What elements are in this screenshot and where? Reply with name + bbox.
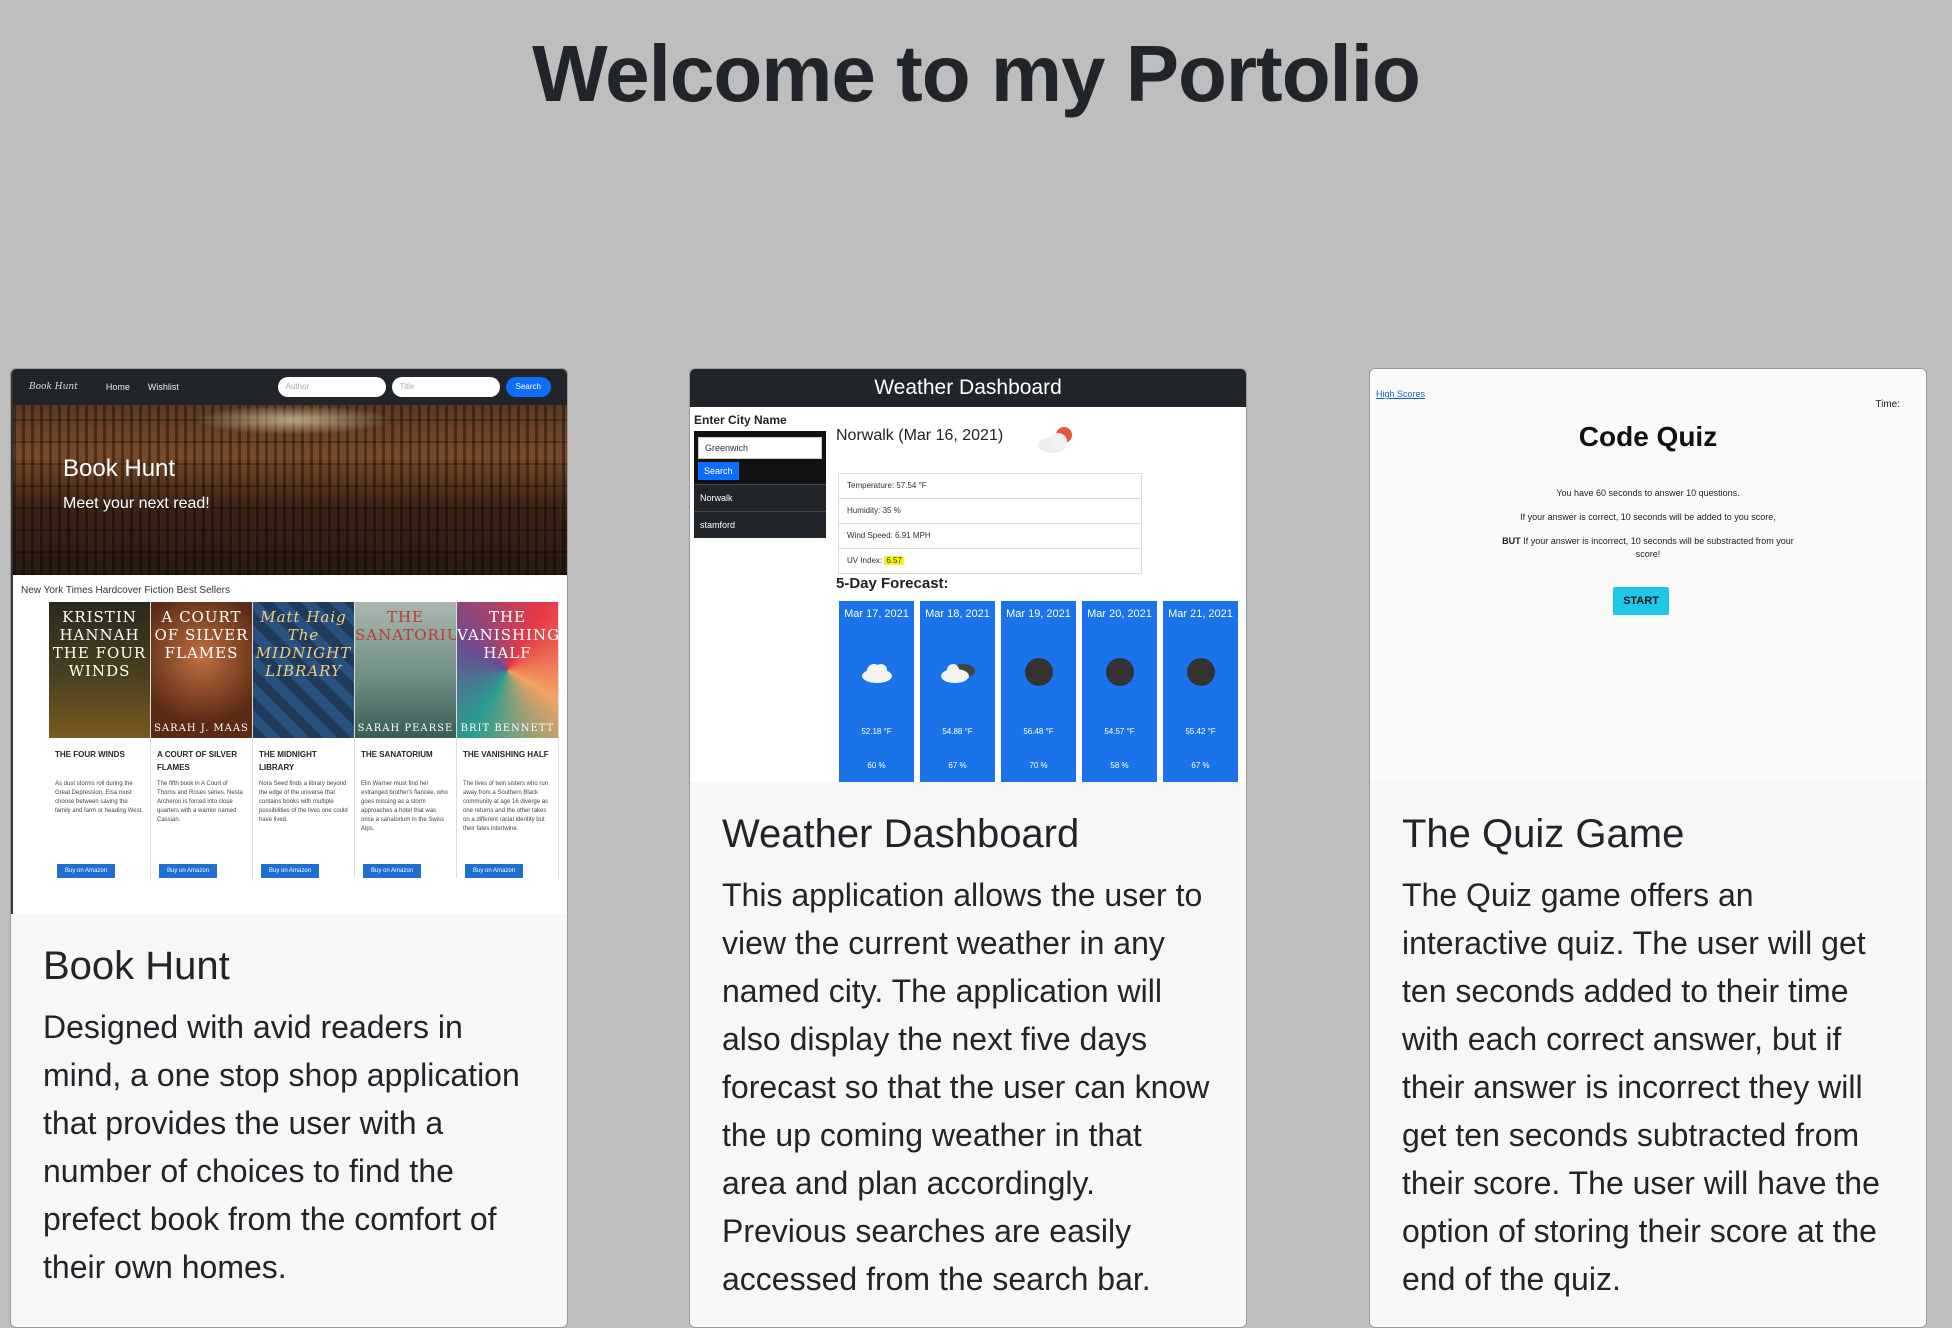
forecast-list: Mar 17, 2021 52.18 °F 60 % Mar 18, 2021 …: [839, 601, 1244, 782]
forecast-day: Mar 17, 2021 52.18 °F 60 %: [839, 601, 914, 782]
moon-icon: [1163, 657, 1238, 687]
book-item: KRISTIN HANNAH THE FOUR WINDS THE FOUR W…: [49, 602, 151, 878]
book-hunt-navbar: Book Hunt Home Wishlist Author Title Sea…: [13, 369, 567, 405]
cloud-rain-icon: [920, 657, 995, 687]
book-item: THE VANISHING HALF BRIT BENNETT THE VANI…: [457, 602, 559, 878]
hero-subtitle: Meet your next read!: [63, 495, 210, 512]
forecast-humidity: 67 %: [948, 761, 967, 770]
forecast-temp: 52.18 °F: [861, 727, 892, 736]
forecast-label: 5-Day Forecast:: [836, 575, 949, 592]
book-title: THE VANISHING HALF: [463, 750, 549, 759]
forecast-date: Mar 19, 2021: [1006, 608, 1071, 620]
forecast-date: Mar 21, 2021: [1168, 608, 1233, 620]
book-description: The fifth book in A Court of Thorns and …: [157, 781, 243, 823]
hero-banner: Book Hunt Meet your next read!: [13, 405, 567, 575]
search-button: Search: [698, 462, 739, 480]
book-cover: A COURT OF SILVER FLAMES SARAH J. MAAS: [151, 602, 252, 738]
current-weather-table: Temperature: 57.54 °F Humidity: 35 % Win…: [838, 473, 1142, 574]
forecast-temp: 54.57 °F: [1104, 727, 1135, 736]
book-title: A COURT OF SILVER FLAMES: [157, 750, 237, 772]
section-title: New York Times Hardcover Fiction Best Se…: [21, 585, 230, 596]
book-description: Nora Seed finds a library beyond the edg…: [259, 781, 348, 823]
forecast-date: Mar 17, 2021: [844, 608, 909, 620]
book-list: KRISTIN HANNAH THE FOUR WINDS THE FOUR W…: [13, 602, 567, 878]
forecast-temp: 55.42 °F: [1185, 727, 1216, 736]
card-description: The Quiz game offers an interactive quiz…: [1402, 877, 1880, 1297]
book-cover: THE SANATORIUM SARAH PEARSE: [355, 602, 456, 738]
moon-icon: [1001, 657, 1076, 687]
temperature-row: Temperature: 57.54 °F: [839, 474, 1141, 499]
current-city: Norwalk (Mar 16, 2021): [836, 427, 1004, 444]
forecast-humidity: 70 %: [1029, 761, 1048, 770]
forecast-date: Mar 18, 2021: [925, 608, 990, 620]
book-description: Elin Warner must find her estranged brot…: [361, 781, 448, 832]
weather-dashboard-screenshot[interactable]: Weather Dashboard Enter City Name Greenw…: [690, 369, 1246, 782]
quiz-instructions-2: If your answer is correct, 10 seconds wi…: [1520, 512, 1776, 522]
project-card-book-hunt[interactable]: Book Hunt Home Wishlist Author Title Sea…: [10, 368, 568, 1328]
weather-header: Weather Dashboard: [690, 369, 1246, 407]
wind-row: Wind Speed: 6.91 MPH: [839, 524, 1141, 549]
book-item: A COURT OF SILVER FLAMES SARAH J. MAAS A…: [151, 602, 253, 878]
project-card-quiz-game[interactable]: High Scores Time: Code Quiz You have 60 …: [1369, 368, 1927, 1328]
history-item: Norwalk: [694, 484, 826, 511]
humidity-row: Humidity: 35 %: [839, 499, 1141, 524]
forecast-temp: 56.48 °F: [1023, 727, 1054, 736]
forecast-humidity: 67 %: [1191, 761, 1210, 770]
forecast-day: Mar 20, 2021 54.57 °F 58 %: [1082, 601, 1157, 782]
high-scores-link: High Scores: [1376, 389, 1426, 399]
forecast-day: Mar 18, 2021 54.88 °F 67 %: [920, 601, 995, 782]
project-card-weather-dashboard[interactable]: Weather Dashboard Enter City Name Greenw…: [689, 368, 1247, 1328]
card-description: This application allows the user to view…: [722, 877, 1210, 1297]
book-title: THE SANATORIUM: [361, 750, 433, 759]
book-title: THE MIDNIGHT LIBRARY: [259, 750, 317, 772]
forecast-day: Mar 19, 2021 56.48 °F 70 %: [1001, 601, 1076, 782]
forecast-date: Mar 20, 2021: [1087, 608, 1152, 620]
buy-button: Buy on Amazon: [363, 864, 422, 878]
nav-link-home: Home: [105, 382, 130, 392]
author-input: Author: [277, 377, 386, 397]
book-cover: KRISTIN HANNAH THE FOUR WINDS: [49, 602, 150, 738]
city-input: Greenwich: [698, 437, 822, 459]
quiz-instructions-3: BUT If your answer is incorrect, 10 seco…: [1502, 536, 1794, 559]
forecast-day: Mar 21, 2021 55.42 °F 67 %: [1163, 601, 1238, 782]
book-description: As dust storms roll during the Great Dep…: [55, 781, 143, 814]
book-title: THE FOUR WINDS: [55, 750, 125, 759]
uv-row: UV Index: 6.57: [847, 556, 904, 565]
buy-button: Buy on Amazon: [465, 864, 524, 878]
moon-icon: [1082, 657, 1157, 687]
book-description: The lives of twin sisters who run away f…: [463, 781, 549, 832]
page-title: Welcome to my Portolio: [532, 29, 1421, 118]
title-input: Title: [391, 377, 500, 397]
forecast-temp: 54.88 °F: [942, 727, 973, 736]
brand-logo: Book Hunt: [29, 382, 78, 392]
buy-button: Buy on Amazon: [159, 864, 218, 878]
cloud-icon: [839, 657, 914, 687]
start-button: START: [1613, 587, 1669, 615]
book-item: THE SANATORIUM SARAH PEARSE THE SANATORI…: [355, 602, 457, 878]
card-description: Designed with avid readers in mind, a on…: [43, 1009, 520, 1285]
nav-link-wishlist: Wishlist: [147, 382, 179, 392]
hero-title: Book Hunt: [63, 455, 176, 482]
city-label: Enter City Name: [694, 413, 787, 427]
search-button: Search: [505, 377, 551, 397]
book-cover: Matt Haig The MIDNIGHT LIBRARY: [253, 602, 354, 738]
cloud-sun-icon: [1036, 425, 1078, 460]
quiz-title: Code Quiz: [1578, 421, 1718, 452]
buy-button: Buy on Amazon: [57, 864, 116, 878]
buy-button: Buy on Amazon: [261, 864, 320, 878]
quiz-instructions-1: You have 60 seconds to answer 10 questio…: [1556, 488, 1740, 498]
card-title: Weather Dashboard: [722, 812, 1080, 856]
card-title: Book Hunt: [43, 944, 230, 988]
time-label: Time:: [1875, 399, 1900, 410]
quiz-screenshot[interactable]: High Scores Time: Code Quiz You have 60 …: [1370, 369, 1926, 780]
forecast-humidity: 58 %: [1110, 761, 1129, 770]
uv-badge: 6.57: [884, 556, 904, 565]
book-item: Matt Haig The MIDNIGHT LIBRARY THE MIDNI…: [253, 602, 355, 878]
book-cover: THE VANISHING HALF BRIT BENNETT: [457, 602, 558, 738]
card-title: The Quiz Game: [1402, 812, 1685, 856]
forecast-humidity: 60 %: [867, 761, 886, 770]
history-item: stamford: [694, 511, 826, 538]
book-hunt-screenshot[interactable]: Book Hunt Home Wishlist Author Title Sea…: [11, 369, 567, 914]
